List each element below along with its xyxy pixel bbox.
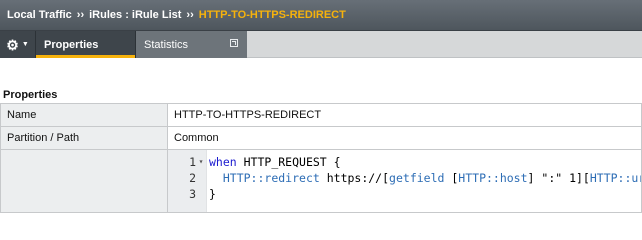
code-line: 2 HTTP::redirect https://[getfield [HTTP… xyxy=(169,170,641,186)
breadcrumb-local-traffic[interactable]: Local Traffic xyxy=(7,9,72,21)
name-value: HTTP-TO-HTTPS-REDIRECT xyxy=(167,103,642,127)
partition-label: Partition / Path xyxy=(0,126,168,150)
partition-value: Common xyxy=(167,126,642,150)
chevron-down-icon: ▼ xyxy=(21,41,29,48)
tab-bar: ⚙ ▼ Properties Statistics xyxy=(0,31,642,58)
breadcrumb-irule-list[interactable]: iRules : iRule List xyxy=(89,9,181,21)
breadcrumb-separator: ›› xyxy=(186,9,194,21)
name-label: Name xyxy=(0,103,168,127)
line-number: 3 xyxy=(189,187,196,201)
section-title: Properties xyxy=(3,89,58,101)
breadcrumb-current: HTTP-TO-HTTPS-REDIRECT xyxy=(198,9,346,21)
code-editor-cell: 1 ▾ when HTTP_REQUEST {2 HTTP::redirect ht… xyxy=(167,149,642,213)
tab-statistics-label: Statistics xyxy=(144,38,189,51)
line-number: 1 xyxy=(189,155,196,169)
tab-properties[interactable]: Properties xyxy=(36,31,136,58)
properties-table: Name HTTP-TO-HTTPS-REDIRECT Partition / … xyxy=(0,103,642,213)
code-text: } xyxy=(209,187,216,201)
code-line: 3} xyxy=(169,186,641,202)
code-text: when HTTP_REQUEST { xyxy=(209,155,341,169)
tab-properties-label: Properties xyxy=(44,38,99,51)
table-row: Partition / Path Common xyxy=(0,126,642,150)
code-editor[interactable]: 1 ▾ when HTTP_REQUEST {2 HTTP::redirect ht… xyxy=(168,150,641,212)
definition-label xyxy=(0,149,168,213)
tab-statistics[interactable]: Statistics xyxy=(136,31,247,58)
popout-icon[interactable] xyxy=(230,39,238,47)
code-text: HTTP::redirect https://[getfield [HTTP::… xyxy=(222,171,641,185)
settings-menu-button[interactable]: ⚙ ▼ xyxy=(0,31,36,58)
breadcrumb: Local Traffic ›› iRules : iRule List ›› … xyxy=(0,0,642,31)
gear-icon: ⚙ xyxy=(6,36,19,53)
breadcrumb-separator: ›› xyxy=(76,9,85,21)
fold-toggle-icon[interactable]: ▾ xyxy=(196,154,206,170)
table-row: Name HTTP-TO-HTTPS-REDIRECT xyxy=(0,103,642,127)
code-line: 1 ▾ when HTTP_REQUEST { xyxy=(169,154,641,170)
table-row: 1 ▾ when HTTP_REQUEST {2 HTTP::redirect ht… xyxy=(0,149,642,213)
line-number: 2 xyxy=(189,171,196,185)
